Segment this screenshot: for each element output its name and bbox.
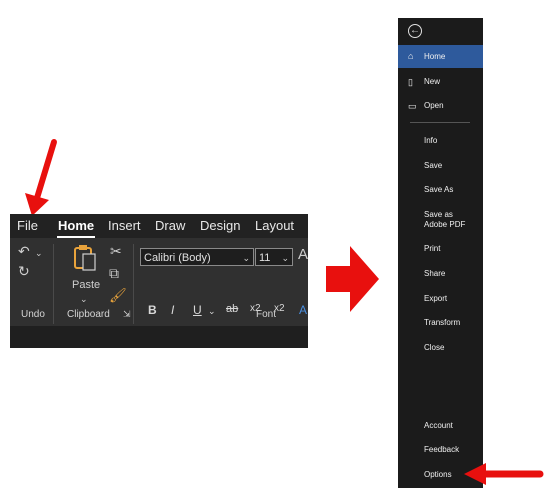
undo-dropdown-icon[interactable]: ⌄ [35,246,43,260]
group-label-clipboard: Clipboard [67,309,110,320]
arrow-to-file [25,139,57,216]
tab-home[interactable]: Home [58,218,94,234]
group-separator [53,244,54,324]
nav-share[interactable]: Share [398,269,483,279]
nav-open[interactable]: ▭ Open [398,97,483,115]
nav-label: Open [424,101,444,110]
font-size-value: 11 [259,252,271,264]
chevron-down-icon: ⌄ [281,253,289,263]
grow-font-glyph[interactable]: A [298,247,308,262]
nav-feedback[interactable]: Feedback [398,445,483,455]
nav-print[interactable]: Print [398,244,483,254]
tab-draw[interactable]: Draw [155,218,185,234]
nav-account[interactable]: Account [398,421,483,431]
arrow-to-backstage [326,246,379,312]
dialog-launcher-icon[interactable]: ⇲ [123,309,131,320]
backstage-nav: ← ⌂ Home ▯ New ▭ Open Info Save Save As … [398,18,483,488]
cut-icon[interactable]: ✂ [110,244,122,258]
tab-design[interactable]: Design [200,218,240,234]
nav-save[interactable]: Save [398,161,483,171]
ribbon-tabs: File Home Insert Draw Design Layout [10,214,308,238]
nav-label: Home [424,52,446,61]
nav-export[interactable]: Export [398,294,483,304]
strikethrough-button[interactable]: ab [226,303,238,315]
copy-icon[interactable]: ⧉ [109,266,119,280]
undo-icon[interactable]: ↶ [18,244,30,258]
format-painter-icon[interactable]: 🖌 [109,288,127,302]
underline-button[interactable]: U [193,303,202,317]
paste-label[interactable]: Paste [72,278,100,292]
word-ribbon: File Home Insert Draw Design Layout ↶ ⌄ … [10,214,308,348]
nav-transform[interactable]: Transform [398,318,483,328]
text-effects-icon[interactable]: A [299,303,307,317]
chevron-down-icon: ⌄ [242,253,250,263]
nav-close[interactable]: Close [398,343,483,353]
back-arrow-icon[interactable]: ← [408,24,422,38]
nav-save-as[interactable]: Save As [398,185,483,195]
tab-file[interactable]: File [17,218,38,234]
nav-info[interactable]: Info [398,136,483,146]
font-name-value: Calibri (Body) [144,252,211,264]
nav-save-as-pdf[interactable]: Save as Adobe PDF [398,210,483,230]
font-size-combo[interactable]: 11 ⌄ [255,248,293,266]
underline-dropdown-icon[interactable]: ⌄ [208,306,216,317]
paste-dropdown-icon[interactable]: ⌄ [80,292,88,306]
document-area-edge [10,326,308,348]
group-label-font: Font [256,309,277,320]
nav-divider [410,122,470,123]
folder-icon: ▭ [408,101,417,111]
new-doc-icon: ▯ [408,77,413,87]
tab-layout[interactable]: Layout [255,218,294,234]
nav-new[interactable]: ▯ New [398,73,483,91]
group-separator [133,244,134,324]
home-icon: ⌂ [408,51,414,61]
bold-button[interactable]: B [148,303,157,317]
nav-label: New [424,77,441,86]
italic-button[interactable]: I [171,303,174,317]
redo-icon[interactable]: ↻ [18,264,30,278]
nav-home[interactable]: ⌂ Home [398,45,483,68]
tab-insert[interactable]: Insert [108,218,141,234]
arrow-to-options [464,463,544,485]
font-name-combo[interactable]: Calibri (Body) ⌄ [140,248,254,266]
paste-icon[interactable] [72,244,98,272]
group-label-undo: Undo [21,309,45,320]
